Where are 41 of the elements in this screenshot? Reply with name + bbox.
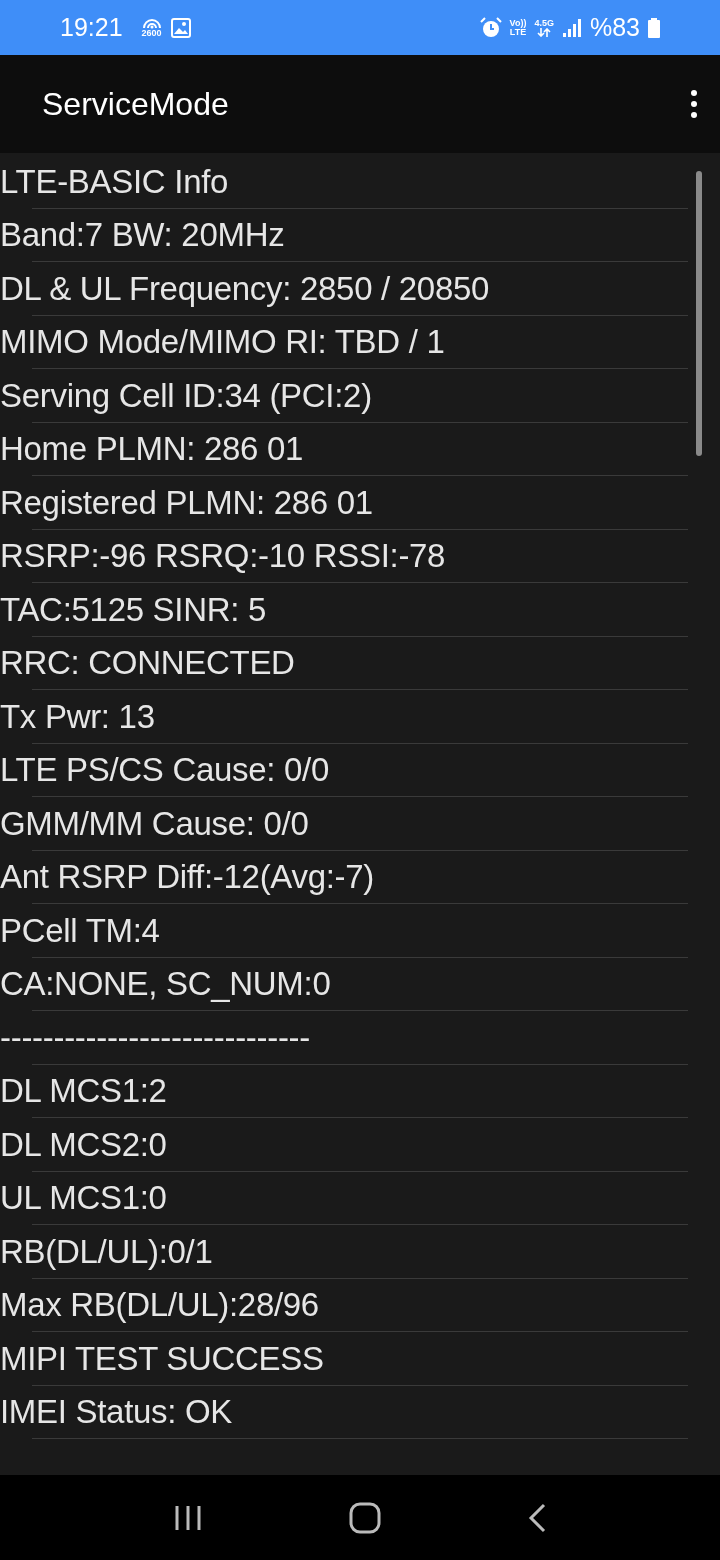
info-line[interactable]: LTE PS/CS Cause: 0/0	[0, 751, 330, 790]
info-line[interactable]: TAC:5125 SINR: 5	[0, 590, 267, 629]
info-line[interactable]: Serving Cell ID:34 (PCI:2)	[0, 376, 372, 415]
info-line[interactable]: LTE-BASIC Info	[0, 162, 229, 201]
info-line[interactable]: Ant RSRP Diff:-12(Avg:-7)	[0, 858, 374, 897]
hotspot-label: 2600	[141, 29, 162, 38]
info-line[interactable]: MIMO Mode/MIMO RI: TBD / 1	[0, 323, 445, 362]
data-arrows-icon	[537, 27, 552, 37]
scrollbar[interactable]	[696, 171, 702, 456]
battery-icon	[648, 17, 660, 38]
info-line[interactable]: RSRP:-96 RSRQ:-10 RSSI:-78	[0, 537, 446, 576]
battery-percent: %83	[589, 13, 640, 42]
signal-icon	[561, 17, 582, 38]
info-line[interactable]: Home PLMN: 286 01	[0, 430, 304, 469]
info-line[interactable]: GMM/MM Cause: 0/0	[0, 804, 309, 843]
info-line[interactable]: Tx Pwr: 13	[0, 697, 155, 736]
info-line[interactable]: DL MCS2:0	[0, 1125, 167, 1164]
alarm-icon	[479, 16, 502, 39]
info-line[interactable]: -----------------------------	[0, 1018, 310, 1057]
info-line[interactable]: Band:7 BW: 20MHz	[0, 216, 285, 255]
info-line[interactable]: IMEI Status: OK	[0, 1393, 233, 1432]
info-line[interactable]: DL MCS1:2	[0, 1072, 167, 1111]
info-line[interactable]: DL & UL Frequency: 2850 / 20850	[0, 269, 490, 308]
info-line[interactable]: PCell TM:4	[0, 911, 160, 950]
network-type: 4.5G	[534, 18, 554, 28]
back-icon[interactable]	[527, 1502, 547, 1533]
info-line[interactable]: CA:NONE, SC_NUM:0	[0, 965, 331, 1004]
image-icon	[170, 17, 191, 38]
info-line[interactable]: MIPI TEST SUCCESS	[0, 1339, 324, 1378]
more-options-icon[interactable]	[690, 89, 698, 119]
info-line[interactable]: Max RB(DL/UL):28/96	[0, 1286, 319, 1325]
app-title: ServiceMode	[42, 85, 229, 123]
info-line[interactable]: Registered PLMN: 286 01	[0, 483, 373, 522]
home-icon[interactable]	[349, 1501, 381, 1534]
hotspot-icon	[140, 17, 163, 29]
info-line[interactable]: RRC: CONNECTED	[0, 644, 295, 683]
status-time: 19:21	[60, 13, 123, 42]
lte-label: LTE	[509, 27, 527, 37]
info-line[interactable]: RB(DL/UL):0/1	[0, 1232, 213, 1271]
volte-label: Vo))	[509, 18, 527, 28]
info-line[interactable]: UL MCS1:0	[0, 1179, 167, 1218]
